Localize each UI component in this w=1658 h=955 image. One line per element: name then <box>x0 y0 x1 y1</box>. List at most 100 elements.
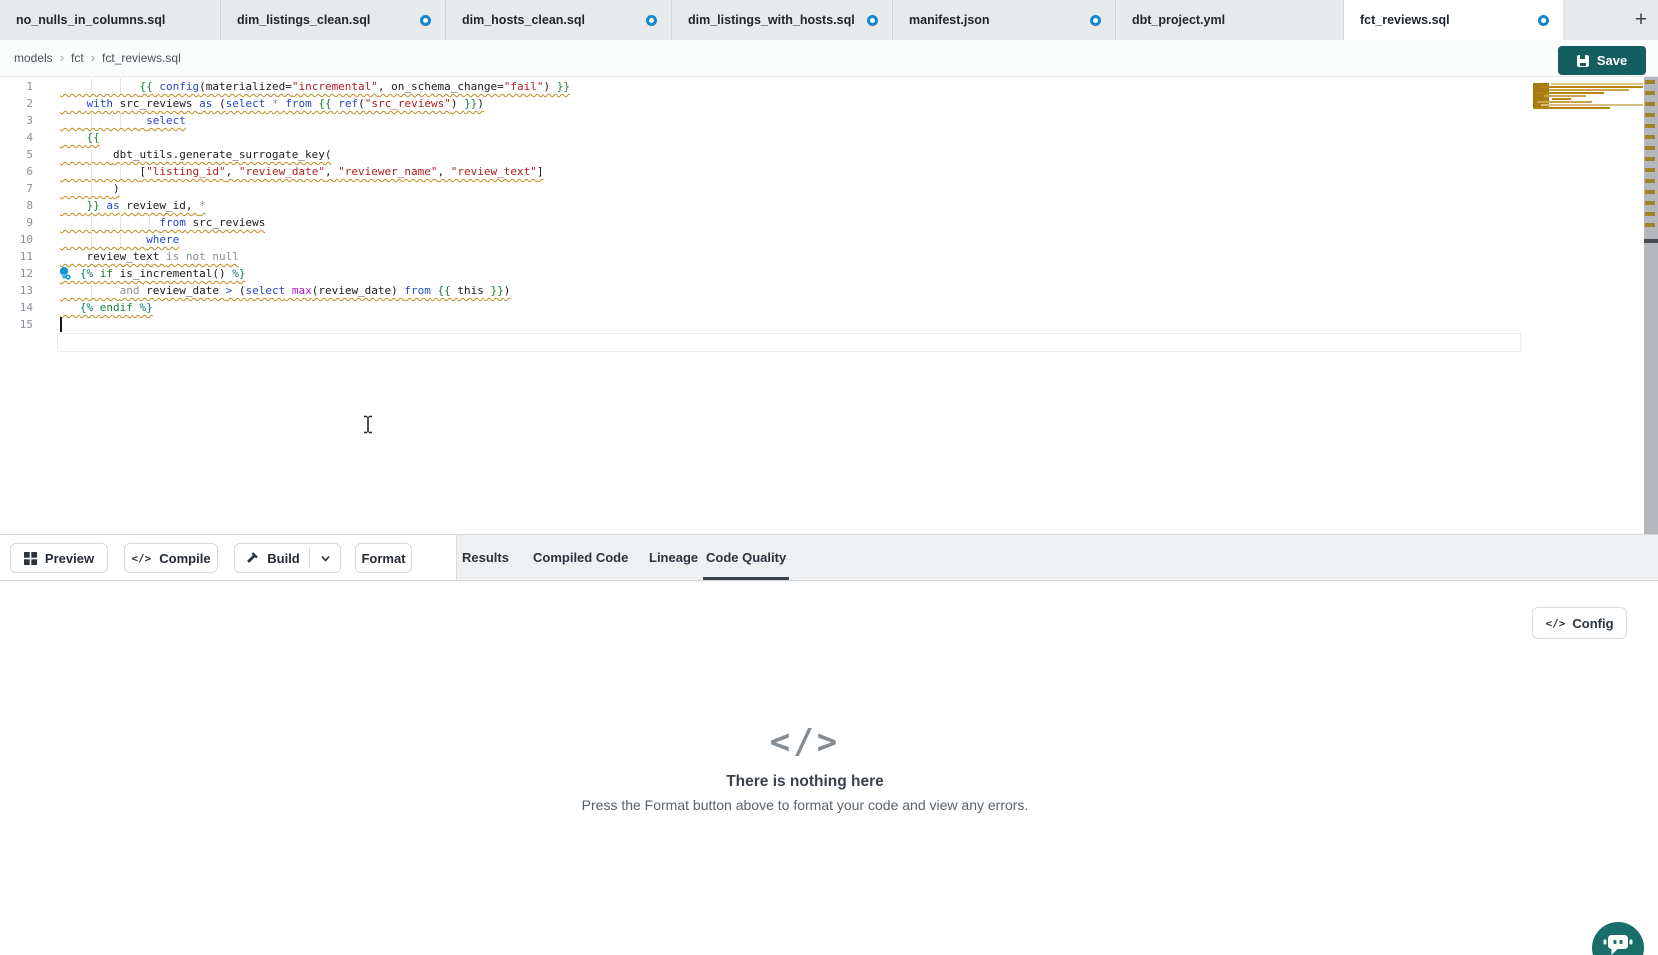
code-token: config <box>159 80 199 93</box>
grid-icon <box>24 552 37 565</box>
code-line-6[interactable]: ["listing_id", "review_date", "reviewer_… <box>0 163 1644 180</box>
tab-manifest-json[interactable]: manifest.json <box>893 0 1116 40</box>
code-token: }} <box>87 199 107 212</box>
config-button[interactable]: </> Config <box>1532 607 1627 639</box>
code-text: select <box>60 112 186 129</box>
compile-button[interactable]: </> Compile <box>124 543 218 573</box>
code-token: if <box>100 267 113 280</box>
code-line-2[interactable]: with src_reviews as (select * from {{ re… <box>0 95 1644 112</box>
code-line-4[interactable]: {{ <box>0 129 1644 146</box>
tab-dbt-project-yml[interactable]: dbt_project.yml <box>1116 0 1344 40</box>
code-token: }} <box>464 97 477 110</box>
new-tab-button[interactable]: + <box>1624 0 1658 40</box>
code-token: }} <box>484 284 504 297</box>
code-token: select <box>226 97 266 110</box>
build-button[interactable]: Build <box>234 543 341 573</box>
code-line-3[interactable]: select <box>0 112 1644 129</box>
code-line-12[interactable]: {% if is_incremental() %} <box>0 265 1644 282</box>
code-token: from <box>159 216 186 229</box>
breadcrumb: models›fct›fct_reviews.sql <box>14 49 181 67</box>
code-text: dbt_utils.generate_surrogate_key( <box>60 146 332 163</box>
breadcrumb-item-fct-reviews-sql[interactable]: fct_reviews.sql <box>102 51 181 65</box>
code-line-1[interactable]: {{ config(materialized="incremental", on… <box>0 78 1644 95</box>
code-token <box>431 284 438 297</box>
modified-dot-icon <box>1090 15 1101 26</box>
tab-no-nulls-in-columns-sql[interactable]: no_nulls_in_columns.sql <box>0 0 221 40</box>
build-button-label: Build <box>267 551 300 566</box>
code-line-8[interactable]: }} as review_id, * <box>0 197 1644 214</box>
code-line-7[interactable]: ) <box>0 180 1644 197</box>
code-token: src_reviews <box>113 97 199 110</box>
code-token: "incremental" <box>292 80 378 93</box>
code-token: ) <box>113 182 120 195</box>
tab-label: dim_listings_with_hosts.sql <box>688 13 857 27</box>
panel-tab-code-quality[interactable]: Code Quality <box>706 535 786 580</box>
code-token: src_reviews <box>186 216 265 229</box>
code-line-11[interactable]: review_text is not null <box>0 248 1644 265</box>
code-line-14[interactable]: {% endif %} <box>0 299 1644 316</box>
panel-tab-results[interactable]: Results <box>462 535 509 580</box>
save-button-label: Save <box>1597 53 1627 68</box>
warning-mark <box>1645 201 1655 205</box>
code-text: from src_reviews <box>60 214 265 231</box>
code-token: {{ <box>318 97 338 110</box>
code-text: {% if is_incremental() %} <box>60 265 245 282</box>
preview-button-label: Preview <box>45 551 94 566</box>
minimap[interactable] <box>1528 79 1646 113</box>
code-token: is not null <box>166 250 239 263</box>
panel-tab-compiled-code[interactable]: Compiled Code <box>533 535 628 580</box>
code-line-9[interactable]: from src_reviews <box>0 214 1644 231</box>
code-brackets-icon: </> <box>131 552 151 565</box>
code-token: dbt_utils.generate_surrogate_key( <box>113 148 332 161</box>
tab-dim-listings-with-hosts-sql[interactable]: dim_listings_with_hosts.sql <box>672 0 893 40</box>
tab-label: dim_listings_clean.sql <box>237 13 410 27</box>
code-token: , <box>325 165 338 178</box>
code-token: endif <box>100 301 133 314</box>
code-brackets-icon: </> <box>0 722 1610 762</box>
lightbulb-icon[interactable] <box>57 266 71 280</box>
code-token: "fail" <box>504 80 544 93</box>
code-line-10[interactable]: where <box>0 231 1644 248</box>
code-text: }} as review_id, * <box>60 197 206 214</box>
code-editor[interactable]: 1 {{ config(materialized="incremental", … <box>0 77 1644 534</box>
code-line-15[interactable] <box>0 316 1644 333</box>
code-token: this <box>457 284 484 297</box>
code-token: , <box>226 165 239 178</box>
breadcrumb-item-fct[interactable]: fct <box>71 51 84 65</box>
warning-mark <box>1645 157 1655 161</box>
tab-label: dbt_project.yml <box>1132 13 1329 27</box>
code-token: from <box>404 284 431 297</box>
code-token: ) <box>477 97 484 110</box>
format-button[interactable]: Format <box>355 543 412 573</box>
code-token: where <box>146 233 179 246</box>
hammer-icon <box>245 551 259 565</box>
code-token: "review_date" <box>239 165 325 178</box>
overview-ruler-scrollbar[interactable] <box>1644 77 1658 534</box>
code-token: , on_schema_change= <box>378 80 504 93</box>
editor-action-toolbar: Preview </> Compile Build Format Results… <box>0 534 1658 581</box>
scrollbar-thumb[interactable] <box>1644 239 1658 243</box>
preview-button[interactable]: Preview <box>10 543 108 573</box>
code-token: ( <box>212 97 225 110</box>
save-button[interactable]: Save <box>1558 46 1646 75</box>
tab-label: no_nulls_in_columns.sql <box>16 13 206 27</box>
modified-dot-icon <box>420 15 431 26</box>
code-token: {{ <box>87 131 100 144</box>
editor-tab-bar: no_nulls_in_columns.sql dim_listings_clea… <box>0 0 1658 40</box>
breadcrumb-item-models[interactable]: models <box>14 51 53 65</box>
code-text: {% endif %} <box>60 299 153 316</box>
code-token: from <box>285 97 312 110</box>
warning-mark <box>1645 223 1655 227</box>
chevron-down-icon[interactable] <box>319 552 332 568</box>
tab-fct-reviews-sql[interactable]: fct_reviews.sql <box>1344 0 1564 40</box>
tab-dim-listings-clean-sql[interactable]: dim_listings_clean.sql <box>221 0 446 40</box>
code-line-5[interactable]: dbt_utils.generate_surrogate_key( <box>0 146 1644 163</box>
code-token: (review_date) <box>312 284 405 297</box>
code-text: review_text is not null <box>60 248 239 265</box>
code-token: %} <box>232 267 245 280</box>
panel-tab-lineage[interactable]: Lineage <box>649 535 698 580</box>
tab-dim-hosts-clean-sql[interactable]: dim_hosts_clean.sql <box>446 0 672 40</box>
code-line-13[interactable]: and review_date > (select max(review_dat… <box>0 282 1644 299</box>
compile-button-label: Compile <box>159 551 210 566</box>
button-divider <box>309 548 310 568</box>
